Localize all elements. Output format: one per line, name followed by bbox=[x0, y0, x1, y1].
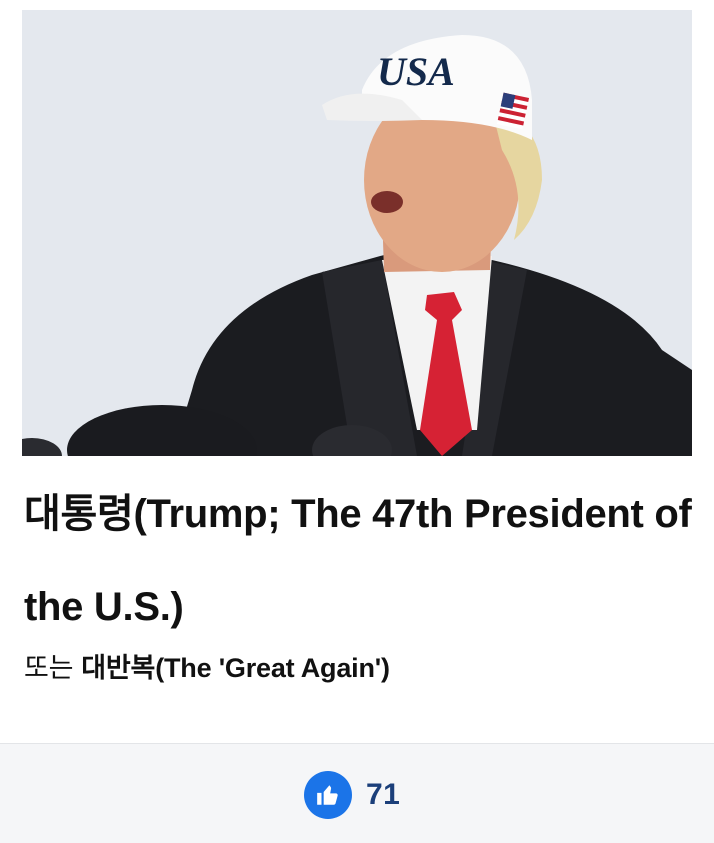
subline-lead: 또는 bbox=[24, 653, 74, 683]
like-count: 71 bbox=[366, 778, 401, 811]
article-headline: 대통령(Trump; The 47th President of the U.S… bbox=[24, 492, 692, 629]
article-subline: 또는 대반복(The 'Great Again') bbox=[24, 648, 390, 688]
subline-strong: 대반복(The 'Great Again') bbox=[81, 653, 390, 683]
thumbs-up-icon bbox=[304, 771, 352, 819]
reaction-bar: 71 bbox=[0, 744, 714, 843]
article-photo: USA bbox=[22, 10, 692, 456]
like-button[interactable]: 71 bbox=[304, 770, 400, 820]
portrait-illustration: USA bbox=[22, 10, 692, 456]
cap-text: USA bbox=[377, 49, 455, 94]
